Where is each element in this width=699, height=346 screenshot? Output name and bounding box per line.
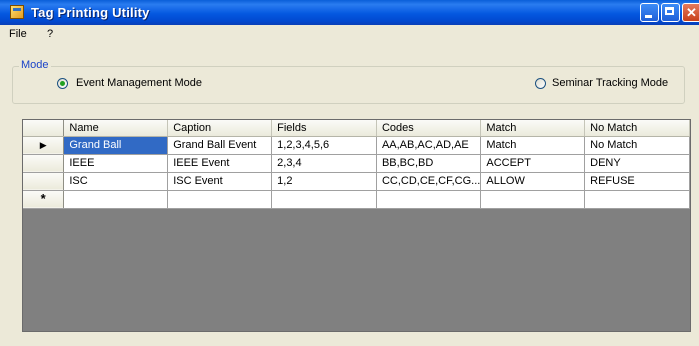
cell-caption[interactable]: [167, 190, 273, 209]
row-header[interactable]: *: [23, 190, 65, 209]
table-row[interactable]: ISC ISC Event 1,2 CC,CD,CE,CF,CG... ALLO…: [23, 172, 690, 191]
cell-no-match[interactable]: No Match: [584, 136, 690, 155]
table-row[interactable]: IEEE IEEE Event 2,3,4 BB,BC,BD ACCEPT DE…: [23, 154, 690, 173]
event-management-radio[interactable]: [57, 78, 68, 89]
cell-fields[interactable]: 1,2: [271, 172, 377, 191]
close-button[interactable]: [682, 3, 699, 22]
window-title: Tag Printing Utility: [31, 5, 150, 20]
cell-fields[interactable]: [271, 190, 377, 209]
column-header-codes[interactable]: Codes: [376, 120, 482, 137]
cell-codes[interactable]: CC,CD,CE,CF,CG...: [376, 172, 482, 191]
table-row[interactable]: ▶ Grand Ball Grand Ball Event 1,2,3,4,5,…: [23, 136, 690, 155]
cell-fields[interactable]: 1,2,3,4,5,6: [271, 136, 377, 155]
cell-name[interactable]: Grand Ball: [63, 136, 169, 155]
header-corner[interactable]: [23, 120, 65, 137]
column-header-name[interactable]: Name: [63, 120, 169, 137]
cell-codes[interactable]: BB,BC,BD: [376, 154, 482, 173]
seminar-tracking-radio[interactable]: [535, 78, 546, 89]
cell-no-match[interactable]: [584, 190, 690, 209]
cell-name[interactable]: ISC: [63, 172, 169, 191]
header-row: Name Caption Fields Codes Match No Match: [23, 120, 690, 137]
cell-match[interactable]: ACCEPT: [480, 154, 586, 173]
current-row-icon: ▶: [39, 140, 47, 150]
column-header-fields[interactable]: Fields: [271, 120, 377, 137]
cell-name[interactable]: IEEE: [63, 154, 169, 173]
menu-file[interactable]: File: [9, 28, 27, 40]
title-bar[interactable]: Tag Printing Utility: [0, 0, 699, 25]
minimize-button[interactable]: [640, 3, 659, 22]
cell-no-match[interactable]: REFUSE: [584, 172, 690, 191]
cell-caption[interactable]: Grand Ball Event: [167, 136, 273, 155]
cell-name[interactable]: [63, 190, 169, 209]
new-row[interactable]: *: [23, 190, 690, 209]
column-header-no-match[interactable]: No Match: [584, 120, 690, 137]
cell-no-match[interactable]: DENY: [584, 154, 690, 173]
column-header-caption[interactable]: Caption: [167, 120, 273, 137]
row-header[interactable]: ▶: [23, 136, 65, 155]
cell-codes[interactable]: AA,AB,AC,AD,AE: [376, 136, 482, 155]
cell-codes[interactable]: [376, 190, 482, 209]
row-header[interactable]: [23, 172, 65, 191]
cell-match[interactable]: [480, 190, 586, 209]
app-icon[interactable]: [10, 5, 24, 19]
cell-match[interactable]: Match: [480, 136, 586, 155]
cell-fields[interactable]: 2,3,4: [271, 154, 377, 173]
new-row-icon: *: [40, 191, 46, 206]
column-header-match[interactable]: Match: [480, 120, 586, 137]
mode-group-label: Mode: [19, 59, 51, 71]
menu-help[interactable]: ?: [47, 28, 53, 40]
cell-caption[interactable]: IEEE Event: [167, 154, 273, 173]
cell-caption[interactable]: ISC Event: [167, 172, 273, 191]
event-management-label[interactable]: Event Management Mode: [76, 77, 202, 89]
seminar-tracking-label[interactable]: Seminar Tracking Mode: [552, 77, 668, 89]
data-grid[interactable]: Name Caption Fields Codes Match No Match…: [22, 119, 691, 332]
row-header[interactable]: [23, 154, 65, 173]
data-grid-table: Name Caption Fields Codes Match No Match…: [23, 120, 690, 209]
maximize-button[interactable]: [661, 3, 680, 22]
cell-match[interactable]: ALLOW: [480, 172, 586, 191]
menu-bar: File ?: [0, 25, 699, 44]
